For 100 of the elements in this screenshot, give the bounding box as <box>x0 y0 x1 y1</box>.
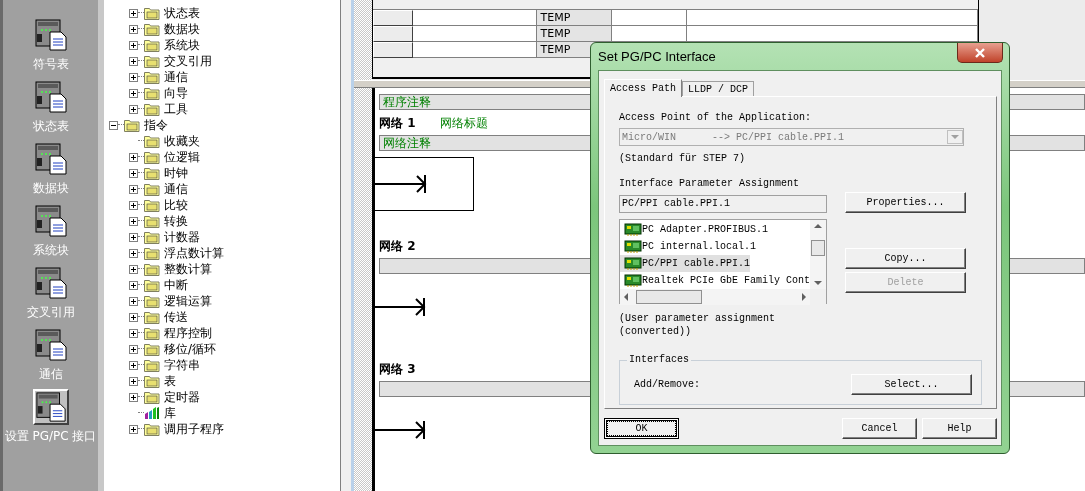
field-label: Add/Remove: <box>634 379 700 390</box>
tree-item[interactable]: 通信 <box>164 180 188 198</box>
table-cell: TEMP <box>537 26 613 42</box>
folder-icon <box>144 246 160 260</box>
tree-item[interactable]: 通信 <box>164 68 188 86</box>
tree-item[interactable]: 定时器 <box>164 388 200 406</box>
tree-item[interactable]: 指令 <box>144 116 168 134</box>
dialog-button[interactable]: Cancel <box>842 418 917 439</box>
tab[interactable]: Access Path <box>604 79 682 97</box>
tree-toggle[interactable] <box>129 248 138 258</box>
table-cell[interactable] <box>412 42 538 58</box>
tree-toggle[interactable] <box>129 8 138 18</box>
tree-toggle[interactable] <box>129 56 138 66</box>
row-header[interactable] <box>373 10 413 26</box>
table-cell[interactable] <box>686 26 978 42</box>
tree-item[interactable]: 程序控制 <box>164 324 212 342</box>
tree-toggle[interactable] <box>129 392 138 402</box>
folder-icon <box>144 342 160 356</box>
list-item[interactable]: PC/PPI cable.PPI.1 <box>620 255 751 272</box>
tree-toggle[interactable] <box>129 344 138 354</box>
tree-item[interactable]: 浮点数计算 <box>164 244 224 262</box>
tree-toggle[interactable] <box>129 24 138 34</box>
input-field[interactable]: PC/PPI cable.PPI.1 <box>619 195 827 213</box>
network-title[interactable]: 网络标题 <box>440 114 488 132</box>
tree-toggle[interactable] <box>129 40 138 50</box>
tree-item[interactable]: 位逻辑 <box>164 148 200 166</box>
list-item[interactable]: Realtek PCIe GbE Family Cont <box>620 272 811 289</box>
folder-icon <box>144 326 160 340</box>
tree-toggle[interactable] <box>129 424 138 434</box>
tree-toggle[interactable] <box>129 152 138 162</box>
tree-toggle[interactable] <box>129 184 138 194</box>
list-item[interactable]: PC internal.local.1 <box>620 238 757 255</box>
tree-toggle[interactable] <box>129 232 138 242</box>
tree-item[interactable]: 系统块 <box>164 36 200 54</box>
folder-icon <box>144 86 160 100</box>
tree-toggle[interactable] <box>129 72 138 82</box>
tree-item[interactable]: 传送 <box>164 308 188 326</box>
field-label: Interface Parameter Assignment <box>619 177 801 191</box>
tree-toggle[interactable] <box>129 312 138 322</box>
tree-item[interactable]: 向导 <box>164 84 188 102</box>
row-header[interactable] <box>373 26 413 42</box>
nav-button[interactable] <box>32 389 69 425</box>
table-cell[interactable] <box>686 10 978 26</box>
tree-toggle[interactable] <box>129 280 138 290</box>
list-item[interactable]: PC Adapter.PROFIBUS.1 <box>620 221 769 238</box>
tree-toggle[interactable] <box>129 296 138 306</box>
tree-item[interactable]: 转换 <box>164 212 188 230</box>
tree-toggle[interactable] <box>129 360 138 370</box>
network-card-icon <box>624 256 642 271</box>
tree-item[interactable]: 整数计算 <box>164 260 212 278</box>
tree-item[interactable]: 交叉引用 <box>164 52 212 70</box>
folder-icon <box>144 294 160 308</box>
tree-toggle[interactable] <box>129 376 138 386</box>
tree-item[interactable]: 计数器 <box>164 228 200 246</box>
vertical-scrollbar[interactable] <box>810 220 827 289</box>
folder-icon <box>144 310 160 324</box>
dialog-button[interactable]: Copy... <box>845 248 966 269</box>
tree-toggle[interactable] <box>129 328 138 338</box>
table-cell[interactable] <box>612 10 687 26</box>
folder-icon <box>144 102 160 116</box>
tree-item[interactable]: 调用子程序 <box>164 420 224 438</box>
horizontal-scrollbar[interactable] <box>620 289 811 305</box>
folder-icon <box>144 262 160 276</box>
select-button[interactable]: Select... <box>851 374 972 395</box>
tree-item[interactable]: 工具 <box>164 100 188 118</box>
table-cell[interactable] <box>612 26 687 42</box>
tree-item[interactable]: 表 <box>164 372 176 390</box>
tree-toggle[interactable] <box>109 120 118 130</box>
folder-icon <box>144 38 160 52</box>
tree-item[interactable]: 比较 <box>164 196 188 214</box>
tree-item[interactable]: 字符串 <box>164 356 200 374</box>
folder-icon <box>144 54 160 68</box>
tree-toggle[interactable] <box>129 200 138 210</box>
dialog-button[interactable]: OK <box>604 418 679 439</box>
table-cell[interactable] <box>412 26 538 42</box>
properties-button[interactable]: Properties... <box>845 192 966 213</box>
tree-toggle[interactable] <box>129 88 138 98</box>
interface-list[interactable]: PC Adapter.PROFIBUS.1 PC internal.local.1 PC/PPI cable.PPI.1 Realtek PCIe GbE Family Cont <box>619 219 827 304</box>
tree-item[interactable]: 逻辑运算 <box>164 292 212 310</box>
tree-item[interactable]: 库 <box>164 404 176 422</box>
row-header[interactable] <box>373 42 413 58</box>
tree-toggle[interactable] <box>129 104 138 114</box>
tree-item[interactable]: 移位/循环 <box>164 340 217 358</box>
tree-item[interactable]: 时钟 <box>164 164 188 182</box>
close-button[interactable] <box>957 43 1003 63</box>
folder-icon <box>124 118 140 132</box>
tree-item[interactable]: 中断 <box>164 276 188 294</box>
hint-text: (Standard für STEP 7) <box>619 152 747 166</box>
dialog-button[interactable]: Help <box>922 418 997 439</box>
device-document-icon <box>33 266 68 300</box>
tree-toggle[interactable] <box>129 216 138 226</box>
tree-item[interactable]: 数据块 <box>164 20 200 38</box>
table-cell[interactable] <box>412 10 538 26</box>
network-card-icon <box>624 222 642 237</box>
folder-icon <box>144 230 160 244</box>
tree-toggle[interactable] <box>129 264 138 274</box>
tree-item[interactable]: 状态表 <box>164 4 200 22</box>
tree-toggle[interactable] <box>129 168 138 178</box>
tab[interactable]: LLDP / DCP <box>682 81 755 96</box>
tree-item[interactable]: 收藏夹 <box>164 132 200 150</box>
